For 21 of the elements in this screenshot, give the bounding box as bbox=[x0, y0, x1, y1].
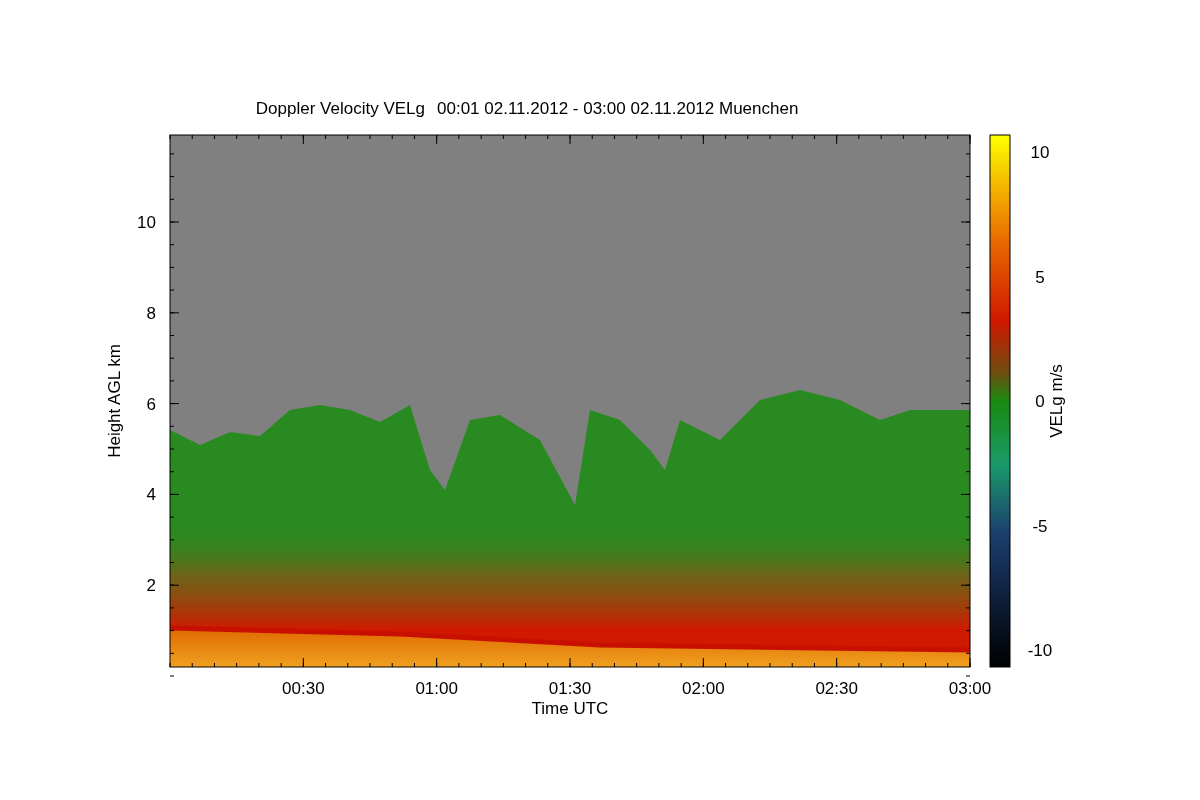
y-tick-label: 10 bbox=[137, 213, 156, 232]
colorbar-label: VELg m/s bbox=[1047, 364, 1066, 438]
x-tick-label: 02:30 bbox=[815, 679, 858, 698]
colorbar-tick-label: 10 bbox=[1030, 143, 1050, 162]
x-tick-label: 02:00 bbox=[682, 679, 725, 698]
x-axis-label: Time UTC bbox=[531, 699, 609, 718]
plot-title: Doppler Velocity VELg bbox=[255, 99, 425, 118]
colorbar-tick-label: -5 bbox=[1032, 516, 1048, 536]
x-tick-label: 01:30 bbox=[548, 679, 592, 698]
colorbar-tick-label: 0 bbox=[1035, 392, 1045, 411]
colorbar-tick-label: 5 bbox=[1035, 267, 1045, 287]
y-axis-label: Height AGL km bbox=[105, 344, 124, 458]
plot-period: 00:01 02.11.2012 - 03:00 02.11.2012 Muenchen bbox=[437, 99, 799, 118]
y-tick-label: 6 bbox=[146, 394, 156, 414]
x-tick-label: 01:00 bbox=[415, 679, 458, 698]
x-tick-label: 00:30 bbox=[282, 679, 325, 698]
y-tick-label: 8 bbox=[146, 303, 156, 323]
x-tick-label: 03:00 bbox=[948, 679, 992, 698]
colorbar-tick-label: -10 bbox=[1027, 641, 1053, 660]
y-tick-label: 4 bbox=[146, 485, 156, 505]
y-tick-label: 2 bbox=[146, 576, 156, 596]
